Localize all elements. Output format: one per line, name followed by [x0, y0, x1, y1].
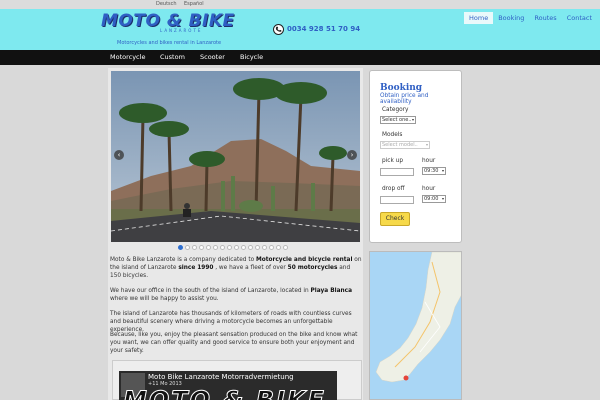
- slider-prev-button[interactable]: ‹: [114, 150, 124, 160]
- video-logo-text: MOTO & BIKE: [123, 386, 326, 400]
- dropoff-date-input[interactable]: [380, 196, 414, 204]
- models-label: Models: [382, 132, 403, 138]
- check-button[interactable]: Check: [380, 212, 410, 226]
- map-image: [370, 252, 461, 399]
- video-player[interactable]: Moto Bike Lanzarote Motorradvermietung +…: [119, 371, 337, 400]
- category-select[interactable]: Select one.. ▾: [380, 116, 416, 124]
- slider-dot[interactable]: [234, 245, 239, 250]
- pickup-label: pick up: [382, 158, 404, 164]
- image-slider[interactable]: ‹ ›: [111, 71, 360, 242]
- booking-title: Booking: [380, 83, 423, 93]
- video-embed[interactable]: Moto Bike Lanzarote Motorradvermietung +…: [112, 360, 362, 400]
- dropoff-label: drop off: [382, 186, 405, 192]
- top-nav-routes[interactable]: Routes: [529, 12, 561, 24]
- location-map[interactable]: [369, 251, 462, 400]
- slider-dot[interactable]: [248, 245, 253, 250]
- language-bar: Deutsch Español: [0, 0, 600, 9]
- slider-dot[interactable]: [185, 245, 190, 250]
- pickup-date-input[interactable]: [380, 168, 414, 176]
- map-pin-icon[interactable]: [403, 375, 409, 381]
- slider-photo: [111, 71, 360, 242]
- slider-dot[interactable]: [255, 245, 260, 250]
- slider-dot[interactable]: [199, 245, 204, 250]
- main-nav: Motorcycle Custom Scooter Bicycle: [0, 50, 600, 65]
- main-nav-motorcycle[interactable]: Motorcycle: [110, 50, 145, 65]
- slider-dot[interactable]: [276, 245, 281, 250]
- main-nav-custom[interactable]: Custom: [160, 50, 185, 65]
- chevron-down-icon: ▾: [411, 117, 414, 122]
- chevron-down-icon: ▾: [441, 196, 444, 201]
- slider-dot[interactable]: [178, 245, 183, 250]
- site-slogan: Motorcycles and bikes rental in Lanzarot…: [117, 40, 222, 46]
- slider-dot[interactable]: [269, 245, 274, 250]
- phone-icon: [273, 24, 284, 35]
- pickup-hour-label: hour: [422, 158, 436, 164]
- dropoff-hour-label: hour: [422, 186, 436, 192]
- chevron-down-icon: ▾: [441, 168, 444, 173]
- slider-dot[interactable]: [213, 245, 218, 250]
- booking-widget: Booking Obtain price and availability Ca…: [369, 70, 462, 243]
- top-nav-home[interactable]: Home: [464, 12, 494, 24]
- top-nav: Home Booking Routes Contact: [464, 12, 597, 24]
- top-nav-contact[interactable]: Contact: [562, 12, 597, 24]
- models-select[interactable]: Select model.. ▾: [380, 141, 430, 149]
- slider-dot[interactable]: [227, 245, 232, 250]
- category-label: Category: [382, 107, 409, 113]
- logo-subtitle: LANZAROTE: [160, 28, 203, 33]
- slider-dot[interactable]: [206, 245, 211, 250]
- phone-number: 0034 928 51 70 94: [287, 25, 361, 33]
- lang-deutsch-link[interactable]: Deutsch: [156, 1, 177, 7]
- slider-next-button[interactable]: ›: [347, 150, 357, 160]
- slider-dot[interactable]: [241, 245, 246, 250]
- lang-espanol-link[interactable]: Español: [184, 1, 204, 7]
- office-paragraph: We have our office in the south of the i…: [110, 288, 353, 303]
- main-nav-bicycle[interactable]: Bicycle: [240, 50, 263, 65]
- slider-dot[interactable]: [192, 245, 197, 250]
- slider-dot[interactable]: [220, 245, 225, 250]
- slider-dot[interactable]: [283, 245, 288, 250]
- chevron-down-icon: ▾: [425, 142, 428, 147]
- booking-subtitle: Obtain price and availability: [380, 93, 429, 105]
- video-title[interactable]: Moto Bike Lanzarote Motorradvermietung: [148, 373, 294, 381]
- site-header: MOTO & BIKE LANZAROTE Motorcycles and bi…: [0, 9, 600, 50]
- top-nav-booking[interactable]: Booking: [493, 12, 529, 24]
- service-paragraph: Because, like you, enjoy the pleasant se…: [110, 332, 358, 355]
- slider-dot[interactable]: [262, 245, 267, 250]
- main-nav-scooter[interactable]: Scooter: [200, 50, 225, 65]
- pickup-hour-select[interactable]: 09:30 ▾: [422, 167, 446, 175]
- intro-paragraph: Moto & Bike Lanzarote is a company dedic…: [110, 257, 362, 280]
- dropoff-hour-select[interactable]: 09:00 ▾: [422, 195, 446, 203]
